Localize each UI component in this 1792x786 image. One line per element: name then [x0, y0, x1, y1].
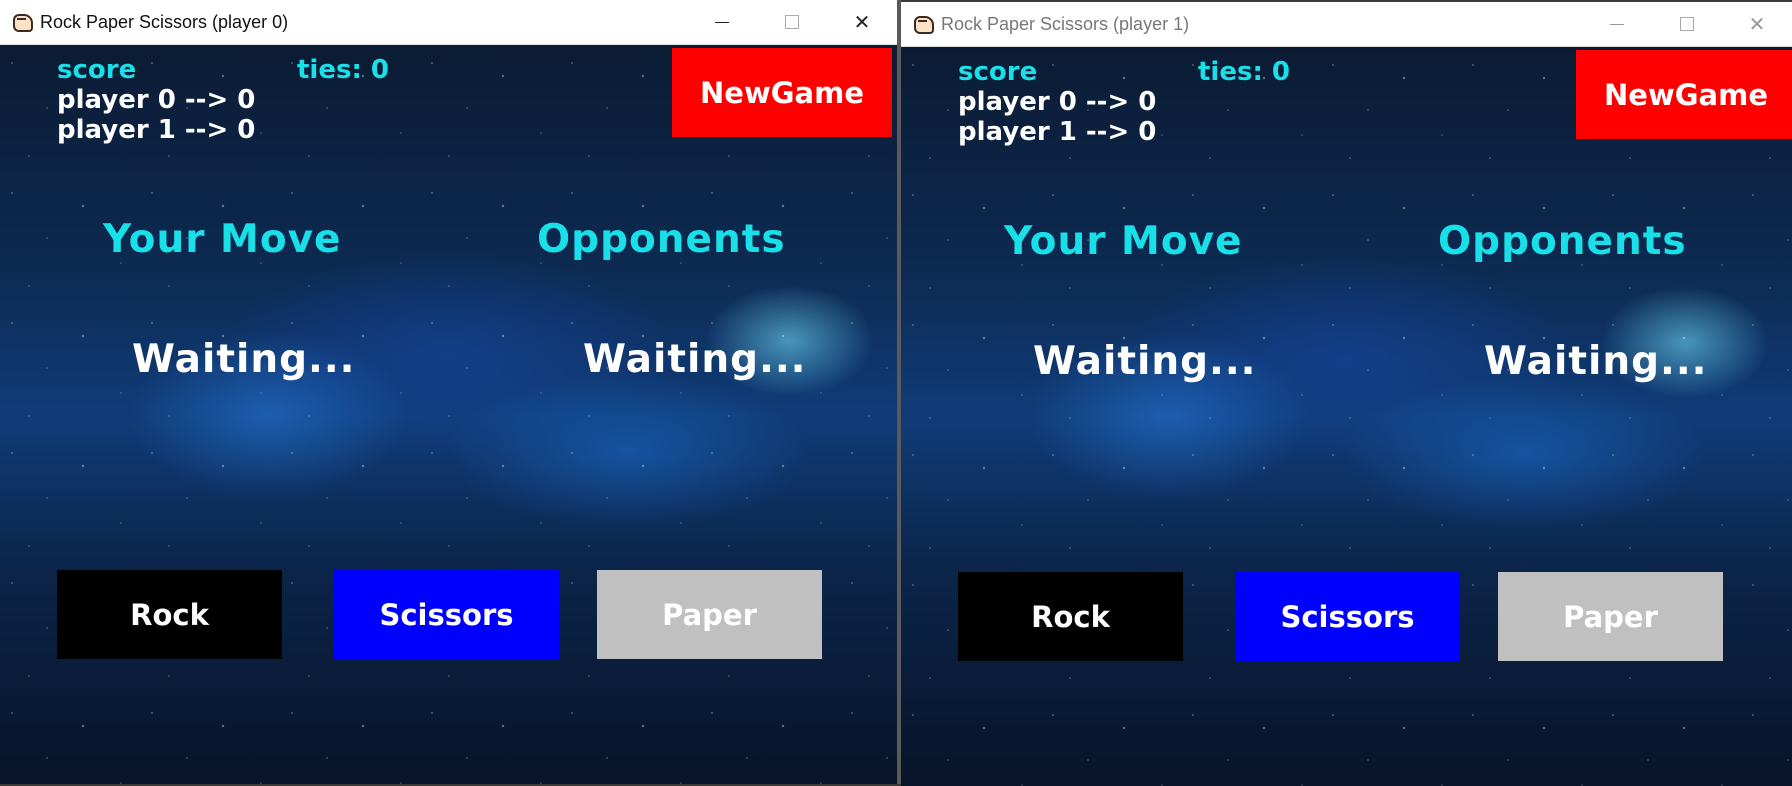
- your-move-status: Waiting...: [132, 337, 356, 382]
- minimize-icon: [715, 21, 729, 23]
- game-canvas: score ties: 0 player 0 --> 0 player 1 --…: [0, 45, 897, 784]
- maximize-icon: [1680, 17, 1694, 31]
- ties-counter: ties: 0: [297, 55, 389, 85]
- close-button[interactable]: ✕: [827, 0, 897, 44]
- paper-button[interactable]: Paper: [597, 570, 822, 659]
- maximize-button[interactable]: [1652, 2, 1722, 46]
- app-hand-icon: [12, 12, 33, 32]
- player-0-score: player 0 --> 0: [57, 85, 256, 115]
- scissors-button[interactable]: Scissors: [1235, 572, 1460, 661]
- close-icon: ✕: [853, 10, 871, 34]
- player-0-score: player 0 --> 0: [958, 87, 1157, 117]
- opponents-label: Opponents: [1438, 219, 1687, 264]
- your-move-label: Your Move: [103, 217, 342, 262]
- app-hand-icon: [913, 14, 934, 34]
- rock-button[interactable]: Rock: [958, 572, 1183, 661]
- newgame-button[interactable]: NewGame: [672, 48, 892, 137]
- opponent-move-status: Waiting...: [583, 337, 807, 382]
- starfield-background: [0, 45, 897, 784]
- maximize-icon: [785, 15, 799, 29]
- close-button[interactable]: ✕: [1722, 2, 1792, 46]
- ties-counter: ties: 0: [1198, 57, 1290, 87]
- game-window-player-0: Rock Paper Scissors (player 0) ✕ score t…: [0, 0, 897, 784]
- starfield-background: [901, 47, 1792, 786]
- window-controls: ✕: [1582, 2, 1792, 46]
- game-canvas: score ties: 0 player 0 --> 0 player 1 --…: [901, 47, 1792, 786]
- minimize-button[interactable]: [1582, 2, 1652, 46]
- player-1-score: player 1 --> 0: [57, 115, 256, 145]
- close-icon: ✕: [1748, 12, 1766, 36]
- window-title: Rock Paper Scissors (player 0): [40, 11, 289, 32]
- minimize-button[interactable]: [687, 0, 757, 44]
- score-heading: score: [57, 55, 137, 85]
- maximize-button[interactable]: [757, 0, 827, 44]
- player-1-score: player 1 --> 0: [958, 117, 1157, 147]
- your-move-label: Your Move: [1004, 219, 1243, 264]
- game-window-player-1: Rock Paper Scissors (player 1) ✕ score t…: [901, 2, 1792, 786]
- title-bar[interactable]: Rock Paper Scissors (player 1) ✕: [901, 2, 1792, 47]
- paper-button[interactable]: Paper: [1498, 572, 1723, 661]
- scissors-button[interactable]: Scissors: [334, 570, 559, 659]
- score-heading: score: [958, 57, 1038, 87]
- opponent-move-status: Waiting...: [1484, 339, 1708, 384]
- newgame-button[interactable]: NewGame: [1576, 50, 1792, 139]
- rock-button[interactable]: Rock: [57, 570, 282, 659]
- window-controls: ✕: [687, 0, 897, 44]
- title-bar[interactable]: Rock Paper Scissors (player 0) ✕: [0, 0, 897, 45]
- minimize-icon: [1610, 23, 1624, 25]
- opponents-label: Opponents: [537, 217, 786, 262]
- your-move-status: Waiting...: [1033, 339, 1257, 384]
- window-title: Rock Paper Scissors (player 1): [941, 13, 1190, 34]
